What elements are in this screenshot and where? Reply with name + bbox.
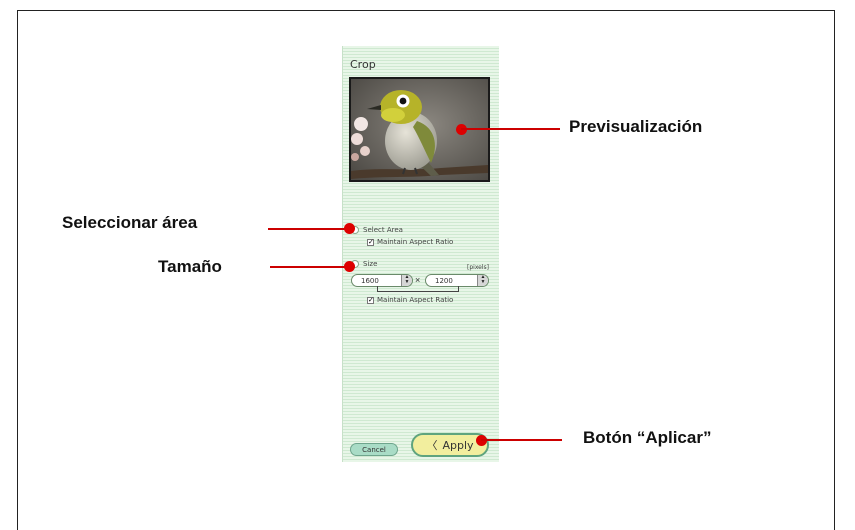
size-label: Size — [363, 260, 378, 268]
callout-apply-button: Botón “Aplicar” — [583, 428, 712, 447]
maintain-aspect-checkbox-area[interactable]: ✓ Maintain Aspect Ratio — [367, 238, 453, 246]
callout-line-select-area — [268, 228, 350, 230]
select-area-label: Select Area — [363, 226, 403, 234]
spin-arrows-icon[interactable]: ▲ ▼ — [401, 275, 412, 286]
width-value[interactable]: 1600 — [352, 277, 401, 285]
times-symbol: × — [415, 275, 421, 285]
panel-title: Crop — [350, 58, 376, 71]
crop-panel: Crop Select Area ✓ Maintain Aspect Ratio… — [342, 46, 499, 462]
spin-arrows-icon[interactable]: ▲ ▼ — [477, 275, 488, 286]
height-value[interactable]: 1200 — [426, 277, 477, 285]
units-label: [pixels] — [467, 264, 490, 271]
apply-label: Apply — [442, 438, 474, 452]
cancel-button[interactable]: Cancel — [350, 443, 398, 456]
callout-preview: Previsualización — [569, 117, 703, 136]
link-bracket — [377, 286, 459, 292]
callout-select-area: Seleccionar área — [62, 213, 198, 232]
chevron-left-icon: 〈 — [426, 439, 438, 452]
checkmark-icon[interactable]: ✓ — [367, 238, 374, 246]
callout-line-size — [270, 266, 350, 268]
callout-line-apply — [481, 439, 562, 441]
select-area-option[interactable]: Select Area — [351, 226, 403, 234]
maintain-aspect-label: Maintain Aspect Ratio — [377, 238, 454, 246]
callout-dot-select-area — [344, 223, 355, 234]
checkmark-icon[interactable]: ✓ — [367, 296, 374, 304]
maintain-aspect-checkbox-size[interactable]: ✓ Maintain Aspect Ratio — [367, 296, 453, 304]
callout-line-preview — [461, 128, 560, 130]
maintain-aspect-label: Maintain Aspect Ratio — [377, 296, 454, 304]
callout-dot-size — [344, 261, 355, 272]
callout-size: Tamaño — [158, 257, 222, 276]
